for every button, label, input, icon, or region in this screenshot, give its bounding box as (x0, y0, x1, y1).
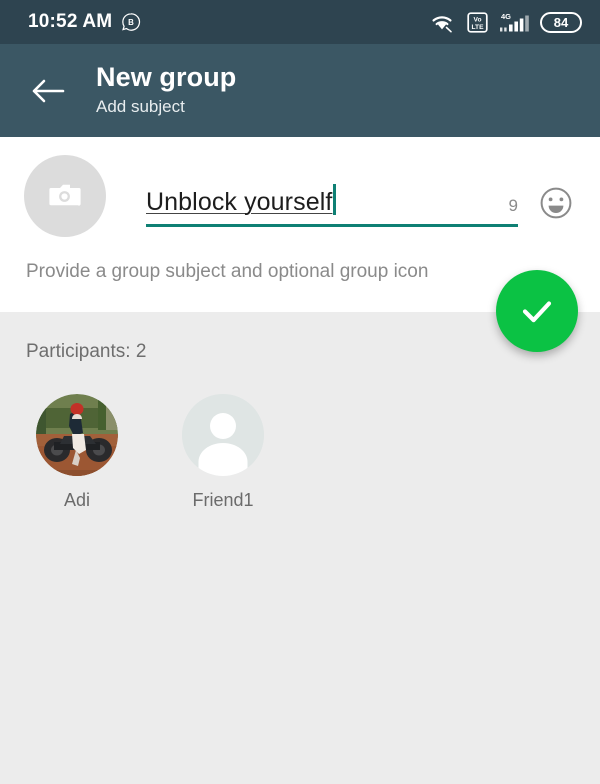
participants-count-label: Participants: 2 (26, 341, 147, 362)
volte-icon: Vo LTE (467, 11, 488, 33)
group-subject-row: Unblock yourself 9 (0, 137, 600, 237)
camera-icon (49, 184, 81, 206)
participant-item[interactable]: Adi (36, 394, 118, 511)
circled-b-icon: B (122, 13, 141, 31)
status-bar-left: 10:52 AM B (28, 11, 141, 33)
group-subject-field: Unblock yourself 9 (146, 165, 600, 227)
group-subject-value: Unblock yourself (146, 187, 333, 216)
svg-text:Vo: Vo (474, 16, 482, 23)
participants-list: Adi Friend1 (0, 364, 600, 511)
toolbar: New group Add subject (0, 44, 600, 137)
avatar (182, 394, 264, 476)
group-subject-input[interactable]: Unblock yourself 9 (146, 179, 518, 227)
group-photo-button[interactable] (24, 154, 106, 237)
svg-text:B: B (128, 18, 134, 27)
participant-name: Friend1 (192, 490, 254, 510)
text-cursor (333, 183, 337, 215)
wifi-icon (432, 16, 452, 33)
emoji-button[interactable] (536, 183, 576, 223)
participant-item[interactable]: Friend1 (182, 394, 264, 511)
character-counter: 9 (508, 195, 518, 215)
svg-text:LTE: LTE (472, 23, 485, 30)
person-placeholder-icon (182, 394, 264, 476)
arrow-left-icon (32, 79, 65, 102)
signal-bars-icon: 4G (500, 12, 529, 32)
create-group-fab[interactable] (496, 270, 578, 352)
toolbar-title-block: New group Add subject (96, 60, 236, 122)
avatar (36, 394, 118, 476)
status-bar-right: Vo LTE 4G 84 (429, 11, 582, 33)
avatar-photo-motorcycle (36, 394, 118, 476)
helper-text: Provide a group subject and optional gro… (26, 261, 429, 282)
app-screen: 10:52 AM B Vo LTE 4G 84 New group Add su… (0, 0, 600, 784)
page-title: New group (96, 61, 237, 92)
emoji-smiley-icon (540, 187, 572, 218)
status-bar-clock: 10:52 AM (28, 11, 113, 32)
status-bar: 10:52 AM B Vo LTE 4G 84 (0, 0, 600, 44)
battery-indicator: 84 (540, 11, 582, 33)
page-subtitle: Add subject (96, 96, 185, 116)
participant-name: Adi (63, 490, 90, 510)
check-icon (522, 301, 552, 323)
svg-text:4G: 4G (501, 12, 511, 21)
battery-level: 84 (553, 14, 569, 30)
back-button[interactable] (26, 69, 70, 113)
